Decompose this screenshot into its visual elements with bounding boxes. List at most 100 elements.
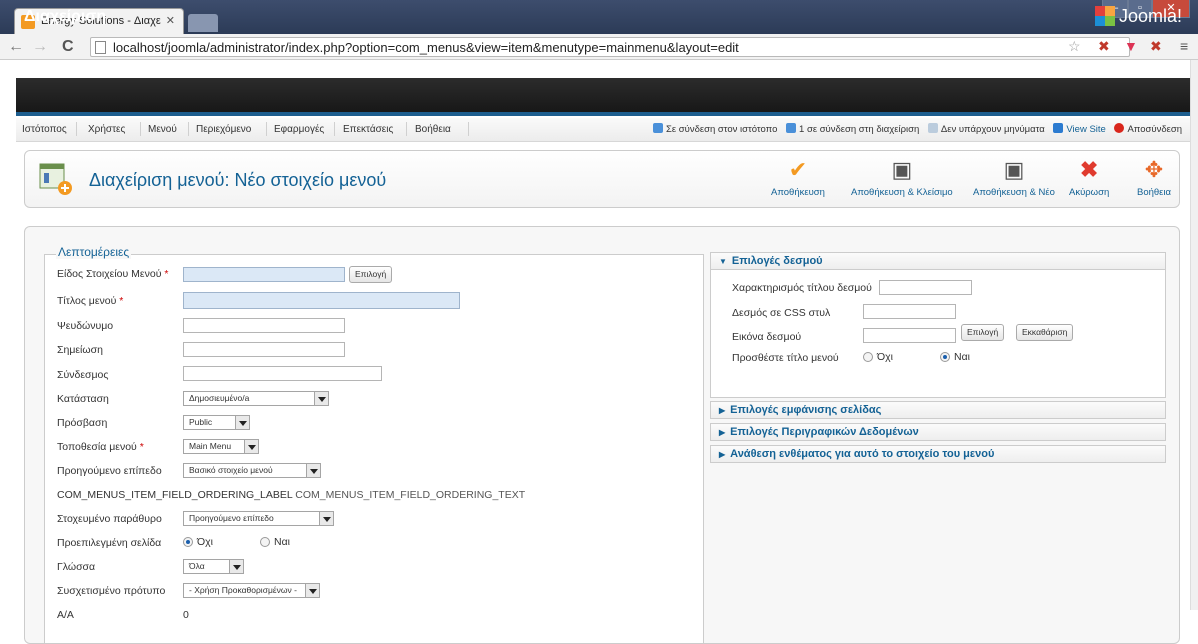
alias-input[interactable] xyxy=(183,318,345,333)
chevron-down-icon xyxy=(314,392,328,405)
status-area: Σε σύνδεση στον ιστότοπο 1 σε σύνδεση στ… xyxy=(647,123,1182,135)
help-lifebuoy-icon: ✥ xyxy=(1144,157,1164,182)
chevron-down-icon xyxy=(235,416,249,429)
default-page-no-radio[interactable] xyxy=(183,537,193,547)
metadata-options-header[interactable]: ▶ Επιλογές Περιγραφικών Δεδομένων xyxy=(710,423,1166,441)
parent-select[interactable]: Βασικό στοιχείο μενού xyxy=(183,463,321,478)
ordering-row: COM_MENUS_ITEM_FIELD_ORDERING_LABEL COM_… xyxy=(57,489,525,501)
chevron-down-icon xyxy=(306,464,320,477)
default-page-no-label: Όχι xyxy=(197,536,213,548)
item-type-select-button[interactable]: Επιλογή xyxy=(349,266,393,283)
logo-text: Joomla! xyxy=(1118,6,1182,26)
extension-icon[interactable]: ✖ xyxy=(1098,38,1110,55)
save-new-icon: ▣ xyxy=(1003,157,1025,182)
admin-title: Διαχείριση xyxy=(24,8,107,25)
item-type-field[interactable] xyxy=(183,267,345,282)
menu-icon[interactable]: ≡ xyxy=(1180,38,1188,54)
link-image-select-button[interactable]: Επιλογή xyxy=(961,324,1005,341)
add-menu-title-label: Προσθέστε τίτλο μενού xyxy=(732,352,839,364)
required-marker: * xyxy=(119,295,124,307)
joomla-logo: Joomla! xyxy=(1094,6,1182,27)
browser-toolbar: ← → C localhost/joomla/administrator/ind… xyxy=(0,34,1198,60)
template-style-label: Συσχετισμένο πρότυπο xyxy=(57,585,166,597)
id-value: 0 xyxy=(183,609,189,621)
cancel-button[interactable]: ✖ Ακύρωση xyxy=(1069,157,1109,198)
chevron-down-icon xyxy=(319,512,333,525)
new-tab-button[interactable] xyxy=(188,14,218,32)
bookmark-star-icon[interactable]: ☆ xyxy=(1068,38,1081,55)
logout-link[interactable]: Αποσύνδεση xyxy=(1127,124,1182,135)
menu-extensions[interactable]: Επεκτάσεις xyxy=(343,124,393,135)
add-title-yes-radio[interactable] xyxy=(940,352,950,362)
address-bar[interactable]: localhost/joomla/administrator/index.php… xyxy=(90,37,1130,57)
target-window-select[interactable]: Προηγούμενο επίπεδο xyxy=(183,511,334,526)
tab-close-icon[interactable]: ✕ xyxy=(166,14,175,27)
chevron-down-icon xyxy=(229,560,243,573)
help-label: Βοήθεια xyxy=(1137,187,1172,198)
link-label: Σύνδεσμος xyxy=(57,369,109,381)
default-page-yes-radio[interactable] xyxy=(260,537,270,547)
menu-site[interactable]: Ιστότοπος xyxy=(22,124,67,135)
access-select[interactable]: Public xyxy=(183,415,250,430)
parent-value: Βασικό στοιχείο μενού xyxy=(189,465,273,475)
link-input[interactable] xyxy=(183,366,382,381)
page-title: Διαχείριση μενού: Νέο στοιχείο μενού xyxy=(89,170,387,190)
item-type-label: Είδος Στοιχείου Μενού * xyxy=(57,268,168,280)
page-scrollbar[interactable] xyxy=(1190,60,1198,610)
menu-components[interactable]: Εφαρμογές xyxy=(274,124,324,135)
extension-x-icon[interactable]: ✖ xyxy=(1150,38,1162,55)
status-select[interactable]: Δημοσιευμένο/a xyxy=(183,391,329,406)
menu-location-select[interactable]: Main Menu xyxy=(183,439,259,454)
view-site-link[interactable]: View Site xyxy=(1066,124,1105,135)
menu-help[interactable]: Βοήθεια xyxy=(415,124,451,135)
link-css-input[interactable] xyxy=(863,304,956,319)
menu-menus[interactable]: Μενού xyxy=(148,124,177,135)
item-type-label-text: Είδος Στοιχείου Μενού xyxy=(57,268,162,280)
checkmark-icon: ✔ xyxy=(788,157,808,182)
chevron-down-icon xyxy=(244,440,258,453)
details-legend: Λεπτομέρειες xyxy=(56,245,132,259)
reload-icon[interactable]: C xyxy=(62,38,74,56)
add-title-no-radio[interactable] xyxy=(863,352,873,362)
help-button[interactable]: ✥ Βοήθεια xyxy=(1137,157,1171,198)
note-input[interactable] xyxy=(183,342,345,357)
parent-label: Προηγούμενο επίπεδο xyxy=(57,465,162,477)
template-style-value: - Χρήση Προκαθορισμένων - xyxy=(189,585,297,595)
title-input[interactable] xyxy=(183,292,460,309)
page-display-options-header[interactable]: ▶ Επιλογές εμφάνισης σελίδας xyxy=(710,401,1166,419)
collapsed-triangle-icon: ▶ xyxy=(719,428,726,437)
link-image-clear-button[interactable]: Εκκαθάριση xyxy=(1016,324,1074,341)
menu-location-label: Τοποθεσία μενού * xyxy=(57,441,144,453)
link-image-label: Εικόνα δεσμού xyxy=(732,331,802,343)
messages-text[interactable]: Δεν υπάρχουν μηνύματα xyxy=(941,124,1045,135)
default-page-yes-label: Ναι xyxy=(274,536,290,548)
add-title-no-label: Όχι xyxy=(877,351,893,363)
save-button[interactable]: ✔ Αποθήκευση xyxy=(771,157,825,198)
joomla-logo-icon xyxy=(1094,6,1115,26)
target-window-label: Στοχευμένο παράθυρο xyxy=(57,513,162,525)
page-display-options-title: Επιλογές εμφάνισης σελίδας xyxy=(730,404,882,416)
language-select[interactable]: Όλα xyxy=(183,559,244,574)
header-stripe xyxy=(16,112,1190,116)
link-image-input[interactable] xyxy=(863,328,956,343)
menu-location-value: Main Menu xyxy=(189,441,232,451)
save-close-button[interactable]: ▣ Αποθήκευση & Κλείσιμο xyxy=(851,157,953,198)
module-assignment-title: Ανάθεση ενθέματος για αυτό το στοιχείο τ… xyxy=(730,448,995,460)
save-new-label: Αποθήκευση & Νέο xyxy=(973,187,1055,198)
title-label-text: Τίτλος μενού xyxy=(57,295,117,307)
menu-content[interactable]: Περιεχόμενο xyxy=(196,124,251,135)
module-assignment-header[interactable]: ▶ Ανάθεση ενθέματος για αυτό το στοιχείο … xyxy=(710,445,1166,463)
save-close-label: Αποθήκευση & Κλείσιμο xyxy=(851,187,953,198)
link-title-attr-input[interactable] xyxy=(879,280,972,295)
menu-users[interactable]: Χρήστες xyxy=(88,124,125,135)
extension-download-icon[interactable]: ▼ xyxy=(1124,38,1138,54)
save-new-button[interactable]: ▣ Αποθήκευση & Νέο xyxy=(973,157,1055,198)
template-style-select[interactable]: - Χρήση Προκαθορισμένων - xyxy=(183,583,320,598)
link-options-header[interactable]: ▼ Επιλογές δεσμού xyxy=(710,252,1166,270)
back-icon[interactable]: ← xyxy=(8,38,24,56)
forward-icon[interactable]: → xyxy=(32,38,48,56)
save-disk-icon: ▣ xyxy=(891,157,913,182)
note-label: Σημείωση xyxy=(57,344,103,356)
required-marker: * xyxy=(139,441,144,453)
menu-divider xyxy=(140,122,141,136)
